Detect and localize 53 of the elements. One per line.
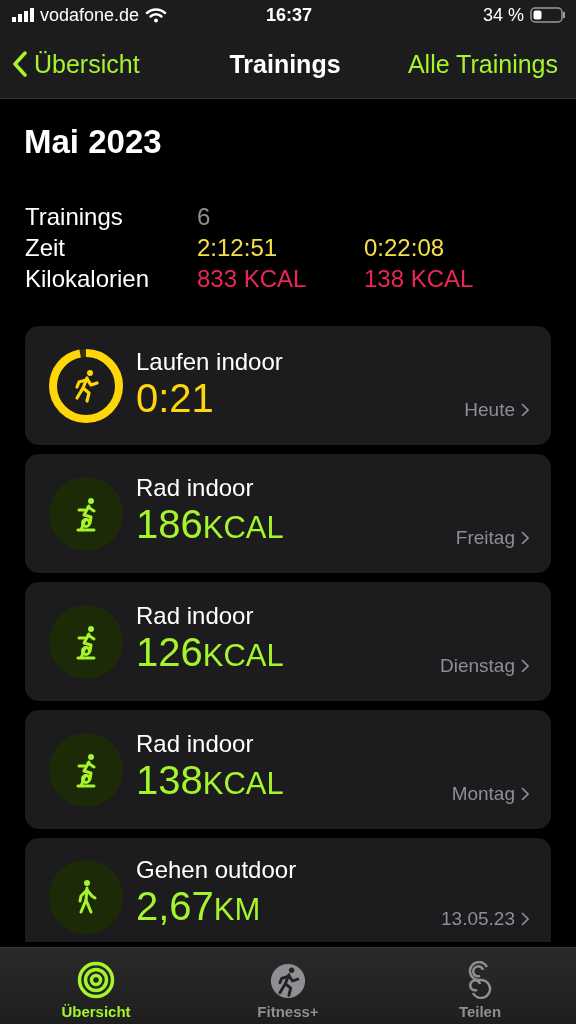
clock-time: 16:37 xyxy=(265,4,314,26)
stat-total: 6 xyxy=(197,202,212,232)
workout-value: 126KCAL xyxy=(136,629,285,676)
runner-icon xyxy=(270,963,306,999)
walking-badge-icon xyxy=(49,860,123,934)
carrier-name: vodafone.de xyxy=(40,4,140,26)
chevron-icon xyxy=(521,531,529,545)
workout-card[interactable]: Rad indoor 126KCAL Dienstag xyxy=(25,582,551,701)
battery-icon xyxy=(530,7,566,23)
signal-icon xyxy=(12,8,34,22)
tab-bar-item[interactable]: Fitness+ xyxy=(192,948,384,1024)
cycling-badge-icon xyxy=(49,732,123,807)
workout-value: 138KCAL xyxy=(136,757,285,804)
workout-date: Freitag xyxy=(455,527,515,549)
tab-bar-item[interactable]: Übersicht xyxy=(0,948,192,1024)
chevron-icon xyxy=(521,787,529,801)
workout-date: 13.05.23 xyxy=(441,908,515,930)
stat-label: Kilokalorien xyxy=(25,264,151,294)
chevron-icon xyxy=(521,659,529,673)
workout-title: Laufen indoor xyxy=(136,347,284,376)
workout-card[interactable]: Laufen indoor 0:21 Heute xyxy=(25,326,551,445)
workout-date: Dienstag xyxy=(440,655,515,677)
stat-label: Zeit xyxy=(25,233,66,263)
chevron-icon xyxy=(521,403,529,417)
battery-percent: 34 % xyxy=(483,4,524,26)
cycling-badge-icon xyxy=(49,476,123,551)
workout-value: 186KCAL xyxy=(136,501,285,548)
workout-title: Rad indoor xyxy=(136,729,255,758)
nav-title: Trainings xyxy=(228,49,342,79)
cycling-badge-icon xyxy=(49,604,123,679)
rings-icon xyxy=(77,961,115,999)
workout-card[interactable]: Gehen outdoor 2,67KM 13.05.23 xyxy=(25,838,551,942)
stat-average: 138 KCAL xyxy=(364,264,475,294)
stat-total: 833 KCAL xyxy=(197,264,308,294)
all-workouts-link[interactable]: Alle Trainings xyxy=(376,49,558,79)
workout-card[interactable]: Rad indoor 186KCAL Freitag xyxy=(25,454,551,573)
stat-total: 2:12:51 xyxy=(197,233,279,263)
chevron-icon xyxy=(521,912,529,926)
back-link[interactable]: Übersicht xyxy=(12,49,194,79)
workout-date: Montag xyxy=(451,783,515,805)
stat-average: 0:22:08 xyxy=(364,233,446,263)
workout-card[interactable]: Rad indoor 138KCAL Montag xyxy=(25,710,551,829)
back-chevron-icon xyxy=(12,51,28,77)
workout-title: Gehen outdoor xyxy=(136,856,298,884)
workout-value: 0:21 xyxy=(136,375,215,420)
workout-date: Heute xyxy=(464,399,515,421)
workout-title: Rad indoor xyxy=(136,601,255,630)
workout-title: Rad indoor xyxy=(136,473,255,502)
workout-value: 2,67KM xyxy=(136,884,262,930)
tab-bar-item[interactable]: Teilen xyxy=(384,948,576,1024)
month-heading: Mai 2023 xyxy=(24,123,163,161)
stat-label: Trainings xyxy=(25,202,124,232)
wifi-icon xyxy=(145,7,168,23)
